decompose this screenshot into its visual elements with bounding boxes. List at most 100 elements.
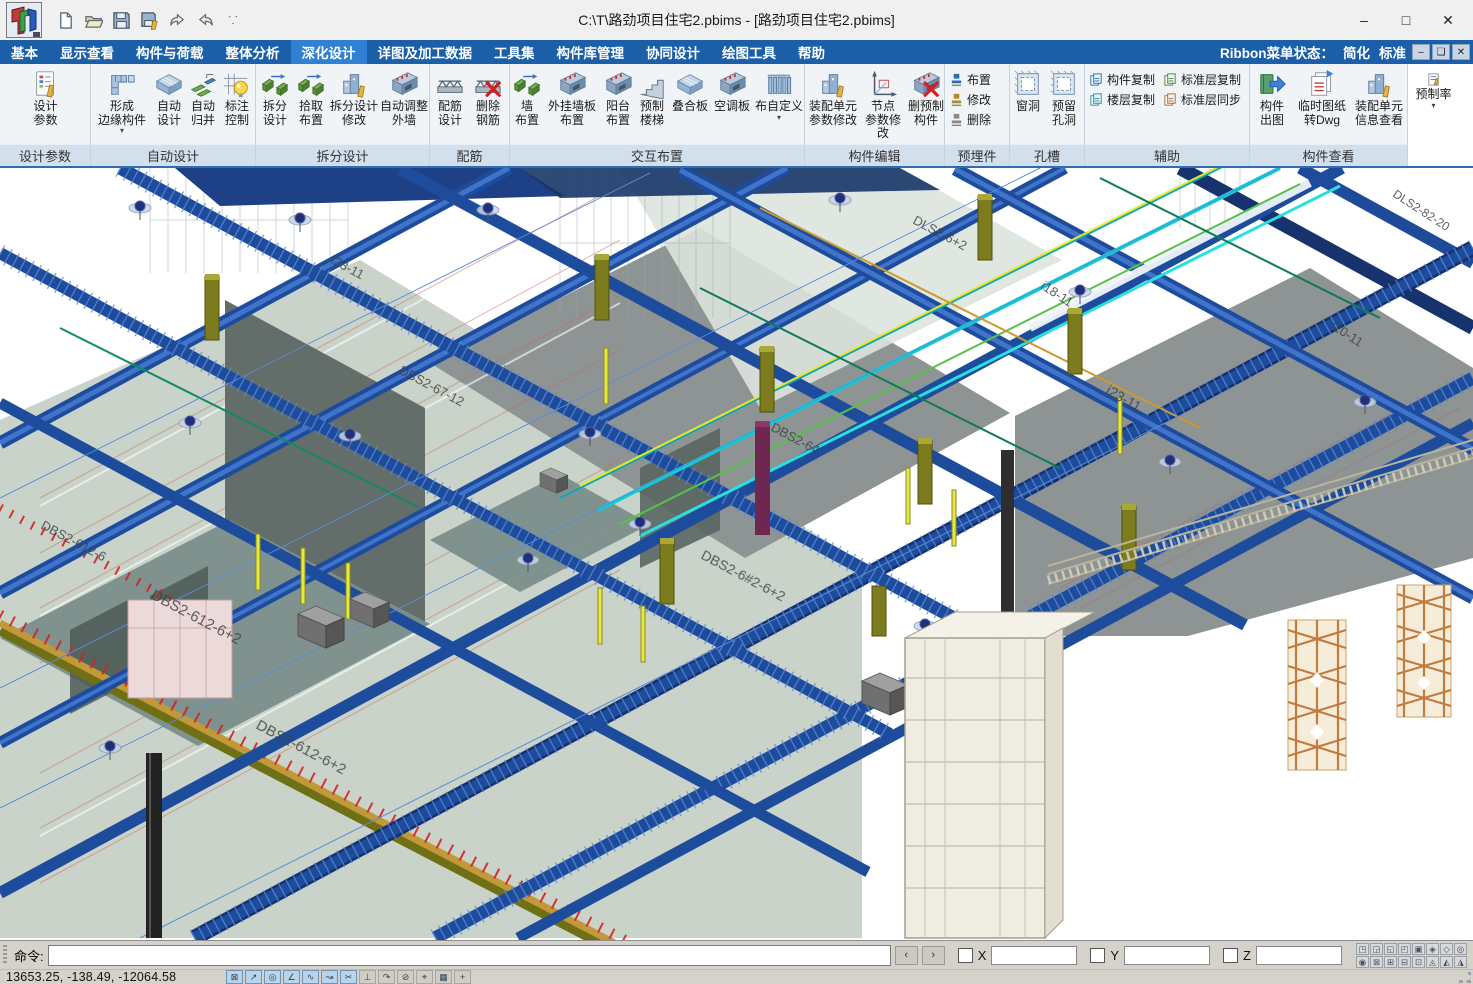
btn-form-edge-member[interactable]: 形成 边缘构件 ▾	[92, 66, 152, 143]
cut-snap-button[interactable]: ✂	[340, 970, 357, 984]
open-file-icon[interactable]	[82, 9, 104, 31]
axis-snap-button[interactable]: ⊥	[359, 970, 376, 984]
btn-pick-place[interactable]: 拾取 布置	[293, 66, 329, 143]
ribbon-state-standard[interactable]: 标准	[1379, 42, 1406, 62]
tab-toolset[interactable]: 工具集	[483, 40, 546, 64]
mdi-close-button[interactable]: ✕	[1452, 44, 1470, 60]
disable-snap-button[interactable]: ⊘	[397, 970, 414, 984]
tab-drawing-tools[interactable]: 绘图工具	[711, 40, 787, 64]
endpoint-snap-button[interactable]: ↗	[245, 970, 262, 984]
btn-std-floor-copy[interactable]: 标准层复制	[1163, 71, 1246, 87]
dropdown-arrow-icon[interactable]: ▾	[1431, 102, 1435, 110]
btn-member-drawing[interactable]: 构件 出图	[1251, 66, 1293, 143]
tab-help[interactable]: 帮助	[787, 40, 836, 64]
tab-global-analysis[interactable]: 整体分析	[215, 40, 291, 64]
btn-embed-modify[interactable]: 修改	[949, 91, 991, 107]
osnap-toggle-button[interactable]: ⊠	[226, 970, 243, 984]
btn-precast-stairs[interactable]: 预制 楼梯	[635, 66, 669, 143]
btn-split-design[interactable]: 拆分 设计	[257, 66, 293, 143]
close-button[interactable]: ✕	[1427, 5, 1469, 35]
crosshair-toggle-button[interactable]: +	[454, 970, 471, 984]
redo-icon[interactable]	[194, 9, 216, 31]
ribbon-state-simplified[interactable]: 简化	[1343, 42, 1370, 62]
tab-basic[interactable]: 基本	[0, 40, 49, 64]
view-tool-button[interactable]: ◰	[1398, 943, 1411, 955]
tab-display-view[interactable]: 显示查看	[49, 40, 125, 64]
view-tool-button[interactable]: ▣	[1412, 943, 1425, 955]
btn-floor-copy[interactable]: 楼层复制	[1089, 91, 1158, 107]
view-tool-button[interactable]: ⊡	[1412, 956, 1425, 968]
view-tool-button[interactable]: ◮	[1454, 956, 1467, 968]
y-axis-field[interactable]	[1124, 946, 1210, 965]
view-tool-button[interactable]: ◭	[1440, 956, 1453, 968]
x-axis-field[interactable]	[991, 946, 1077, 965]
btn-member-copy[interactable]: 构件复制	[1089, 71, 1158, 87]
btn-ac-panel[interactable]: 空调板	[711, 66, 753, 143]
nearest-snap-button[interactable]: ∠	[283, 970, 300, 984]
maximize-button[interactable]: □	[1385, 5, 1427, 35]
btn-precast-rate[interactable]: 预制率 ▾	[1410, 66, 1458, 143]
btn-design-params[interactable]: 设计 参数	[18, 66, 74, 143]
minimize-button[interactable]: –	[1343, 5, 1385, 35]
view-tool-button[interactable]: ◬	[1426, 956, 1439, 968]
view-tool-button[interactable]: ◎	[1454, 943, 1467, 955]
btn-window-opening[interactable]: 窗洞	[1011, 66, 1045, 143]
tangent-snap-button[interactable]: ↝	[321, 970, 338, 984]
mdi-minimize-button[interactable]: –	[1412, 44, 1430, 60]
tab-library-manage[interactable]: 构件库管理	[546, 40, 636, 64]
btn-auto-design[interactable]: 自动 设计	[152, 66, 186, 143]
btn-cladding-panel-place[interactable]: 外挂墙板 布置	[543, 66, 601, 143]
btn-split-modify[interactable]: 拆分设计 修改	[329, 66, 379, 143]
command-input[interactable]	[48, 945, 891, 966]
z-axis-field[interactable]	[1256, 946, 1342, 965]
track-snap-button[interactable]: ⌖	[416, 970, 433, 984]
btn-annotation-control[interactable]: 标注 控制	[220, 66, 254, 143]
view-tool-button[interactable]: ⊟	[1398, 956, 1411, 968]
center-snap-button[interactable]: ◎	[264, 970, 281, 984]
btn-reserved-hole[interactable]: 预留 孔洞	[1045, 66, 1083, 143]
y-axis-checkbox[interactable]	[1090, 948, 1105, 963]
view-tool-button[interactable]: ⊠	[1370, 956, 1383, 968]
history-prev-button[interactable]: ‹	[895, 946, 918, 965]
curve-snap-button[interactable]: ∿	[302, 970, 319, 984]
btn-embed-place[interactable]: 布置	[949, 71, 991, 87]
undo-icon[interactable]	[166, 9, 188, 31]
btn-rebar-design[interactable]: 配筋 设计	[431, 66, 469, 143]
qat-more-icon[interactable]: ⸪	[222, 9, 244, 31]
btn-auto-merge[interactable]: 自动 归并	[186, 66, 220, 143]
app-logo-icon[interactable]	[6, 2, 42, 38]
view-tool-button[interactable]: ⊞	[1384, 956, 1397, 968]
tab-detailed-design[interactable]: 深化设计	[291, 40, 367, 64]
arc-tool-button[interactable]: ↷	[378, 970, 395, 984]
btn-temp-drawing-dwg[interactable]: 临时图纸 转Dwg	[1293, 66, 1351, 143]
history-next-button[interactable]: ›	[922, 946, 945, 965]
view-tool-button[interactable]: ◉	[1356, 956, 1369, 968]
btn-node-param-edit[interactable]: 节点 参数修改	[860, 66, 906, 143]
btn-delete-rebar[interactable]: 删除 钢筋	[469, 66, 507, 143]
view-tool-button[interactable]: ◳	[1356, 943, 1369, 955]
resize-grip[interactable]	[1459, 972, 1471, 983]
btn-balcony-place[interactable]: 阳台 布置	[601, 66, 635, 143]
btn-custom-place[interactable]: 布自定义 ▾	[753, 66, 805, 143]
grid-toggle-button[interactable]: ▦	[435, 970, 452, 984]
dropdown-arrow-icon[interactable]: ▾	[120, 127, 124, 135]
tab-members-loads[interactable]: 构件与荷载	[125, 40, 215, 64]
view-tool-button[interactable]: ◇	[1440, 943, 1453, 955]
btn-std-floor-sync[interactable]: 标准层同步	[1163, 91, 1246, 107]
mdi-restore-button[interactable]: ❏	[1432, 44, 1450, 60]
save-as-icon[interactable]	[138, 9, 160, 31]
model-viewport[interactable]: DBS2-612-6+2 DBS2-612-6 DBS2-612-6+2 DBS…	[0, 168, 1473, 940]
tab-collaboration[interactable]: 协同设计	[635, 40, 711, 64]
btn-embed-delete[interactable]: 删除	[949, 111, 991, 127]
view-tool-button[interactable]: ◲	[1370, 943, 1383, 955]
toolbar-grip[interactable]	[3, 945, 7, 965]
btn-auto-adjust-exterior-wall[interactable]: 自动调整 外墙	[379, 66, 429, 143]
btn-wall-place[interactable]: 墙 布置	[511, 66, 543, 143]
btn-unit-info-view[interactable]: 装配单元 信息查看	[1351, 66, 1407, 143]
view-tool-button[interactable]: ◈	[1426, 943, 1439, 955]
z-axis-checkbox[interactable]	[1223, 948, 1238, 963]
btn-delete-precast[interactable]: 删预制 构件	[906, 66, 946, 143]
dropdown-arrow-icon[interactable]: ▾	[777, 114, 781, 122]
x-axis-checkbox[interactable]	[958, 948, 973, 963]
new-file-icon[interactable]	[54, 9, 76, 31]
